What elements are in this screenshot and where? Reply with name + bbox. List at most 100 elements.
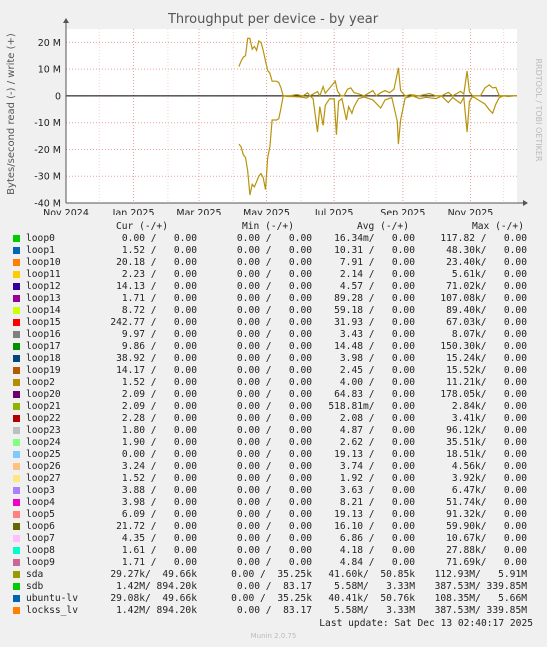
munin-version: Munin 2.0.75 <box>250 632 297 640</box>
legend-row: loop4 3.98 / 0.00 0.00 / 0.00 8.21 / 0.00 51… <box>12 497 532 509</box>
legend-max: 6.47k/ 0.00 <box>451 485 527 496</box>
legend-row: loop27 1.52 / 0.00 0.00 / 0.00 1.92 / 0.00 3… <box>12 473 532 485</box>
legend-max: 112.93M/ 5.91M <box>434 569 527 580</box>
legend-swatch <box>13 271 20 278</box>
legend-name: loop17 <box>26 341 61 352</box>
legend-cur: 14.13 / 0.00 <box>116 281 197 292</box>
y-axis-arrow <box>63 18 69 23</box>
y-tick-label: 20 M <box>38 38 61 49</box>
legend-min: 0.00 / 0.00 <box>236 509 312 520</box>
legend-min: 0.00 / 0.00 <box>236 437 312 448</box>
legend-avg: 19.13 / 0.00 <box>334 509 415 520</box>
legend-min: 0.00 / 0.00 <box>236 533 312 544</box>
legend-avg: 16.34m/ 0.00 <box>334 233 415 244</box>
x-tick-label: May 2025 <box>243 208 290 215</box>
legend-min: 0.00 / 0.00 <box>236 521 312 532</box>
legend-max: 2.84k/ 0.00 <box>451 401 527 412</box>
legend-name: loop3 <box>26 485 55 496</box>
legend-cur: 3.98 / 0.00 <box>121 497 197 508</box>
legend-avg: 31.93 / 0.00 <box>334 317 415 328</box>
x-tick-label: Mar 2025 <box>176 208 221 215</box>
legend-swatch <box>13 319 20 326</box>
legend-avg: 14.48 / 0.00 <box>334 341 415 352</box>
legend-avg: 1.92 / 0.00 <box>339 473 415 484</box>
legend-min: 0.00 / 0.00 <box>236 461 312 472</box>
legend-cur: 29.27k/ 49.66k <box>110 569 197 580</box>
legend-min: 0.00 / 0.00 <box>236 269 312 280</box>
legend-cur: 9.86 / 0.00 <box>121 341 197 352</box>
legend-swatch <box>13 391 20 398</box>
legend-min: 0.00 / 35.25k <box>231 569 312 580</box>
legend-name: loop12 <box>26 281 61 292</box>
legend-max: 48.30k/ 0.00 <box>446 245 527 256</box>
legend-avg: 2.08 / 0.00 <box>339 413 415 424</box>
legend-cur: 1.71 / 0.00 <box>121 557 197 568</box>
y-tick-label: 10 M <box>38 65 61 76</box>
y-tick-label: -10 M <box>34 118 61 129</box>
header-avg: Avg (-/+) <box>357 221 409 232</box>
legend-swatch <box>13 295 20 302</box>
legend-max: 15.24k/ 0.00 <box>446 353 527 364</box>
legend-table: Cur (-/+) Min (-/+) Avg (-/+) Max (-/+) … <box>12 221 532 617</box>
legend-cur: 1.80 / 0.00 <box>121 425 197 436</box>
legend-name: loop16 <box>26 329 61 340</box>
legend-avg: 2.14 / 0.00 <box>339 269 415 280</box>
y-tick-label: -40 M <box>34 199 61 210</box>
legend-name: sdb <box>26 581 44 592</box>
legend-name: loop1 <box>26 245 55 256</box>
legend-min: 0.00 / 0.00 <box>236 449 312 460</box>
y-axis-label: Bytes/second read (-) / write (+) <box>6 33 17 195</box>
legend-swatch <box>13 307 20 314</box>
legend-swatch <box>13 427 20 434</box>
x-axis-arrow <box>523 200 528 206</box>
legend-avg: 3.43 / 0.00 <box>339 329 415 340</box>
legend-max: 387.53M/ 339.85M <box>434 581 527 592</box>
legend-row: loop8 1.61 / 0.00 0.00 / 0.00 4.18 / 0.00 27… <box>12 545 532 557</box>
legend-min: 0.00 / 0.00 <box>236 365 312 376</box>
legend-name: loop0 <box>26 233 55 244</box>
legend-swatch <box>13 523 20 530</box>
legend-min: 0.00 / 0.00 <box>236 389 312 400</box>
legend-row: loop12 14.13 / 0.00 0.00 / 0.00 4.57 / 0.00… <box>12 281 532 293</box>
legend-name: loop20 <box>26 389 61 400</box>
legend-swatch <box>13 535 20 542</box>
legend-swatch <box>13 247 20 254</box>
legend-row: loop19 14.17 / 0.00 0.00 / 0.00 2.45 / 0.00… <box>12 365 532 377</box>
legend-max: 11.21k/ 0.00 <box>446 377 527 388</box>
legend-name: loop23 <box>26 425 61 436</box>
legend-swatch <box>13 235 20 242</box>
legend-min: 0.00 / 0.00 <box>236 497 312 508</box>
legend-avg: 19.13 / 0.00 <box>334 449 415 460</box>
legend-max: 108.35M/ 5.66M <box>434 593 527 604</box>
legend-row: loop0 0.00 / 0.00 0.00 / 0.00 16.34m/ 0.00 1… <box>12 233 532 245</box>
legend-max: 4.56k/ 0.00 <box>451 461 527 472</box>
legend-max: 59.90k/ 0.00 <box>446 521 527 532</box>
legend-row: loop20 2.09 / 0.00 0.00 / 0.00 64.83 / 0.00… <box>12 389 532 401</box>
legend-avg: 10.31 / 0.00 <box>334 245 415 256</box>
legend-swatch <box>13 511 20 518</box>
legend-row: loop1 1.52 / 0.00 0.00 / 0.00 10.31 / 0.00 4… <box>12 245 532 257</box>
x-tick-label: Sep 2025 <box>380 208 425 215</box>
legend-avg: 6.86 / 0.00 <box>339 533 415 544</box>
legend-swatch <box>13 583 20 590</box>
legend-max: 150.30k/ 0.00 <box>440 341 527 352</box>
legend-cur: 1.52 / 0.00 <box>121 473 197 484</box>
legend-row: loop2 1.52 / 0.00 0.00 / 0.00 4.00 / 0.00 11… <box>12 377 532 389</box>
legend-swatch <box>13 379 20 386</box>
legend-row: loop6 21.72 / 0.00 0.00 / 0.00 16.10 / 0.00… <box>12 521 532 533</box>
legend-max: 96.12k/ 0.00 <box>446 425 527 436</box>
legend-swatch <box>13 547 20 554</box>
legend-row: loop10 20.18 / 0.00 0.00 / 0.00 7.91 / 0.00… <box>12 257 532 269</box>
legend-swatch <box>13 283 20 290</box>
legend-name: loop26 <box>26 461 61 472</box>
legend-row: loop11 2.23 / 0.00 0.00 / 0.00 2.14 / 0.00 5… <box>12 269 532 281</box>
legend-avg: 5.58M/ 3.33M <box>334 581 415 592</box>
legend-swatch <box>13 355 20 362</box>
legend-cur: 3.24 / 0.00 <box>121 461 197 472</box>
legend-row: loop13 1.71 / 0.00 0.00 / 0.00 89.28 / 0.00… <box>12 293 532 305</box>
legend-row: loop9 1.71 / 0.00 0.00 / 0.00 4.84 / 0.00 71… <box>12 557 532 569</box>
legend-cur: 6.09 / 0.00 <box>121 509 197 520</box>
legend-min: 0.00 / 0.00 <box>236 401 312 412</box>
legend-cur: 38.92 / 0.00 <box>116 353 197 364</box>
legend-cur: 21.72 / 0.00 <box>116 521 197 532</box>
